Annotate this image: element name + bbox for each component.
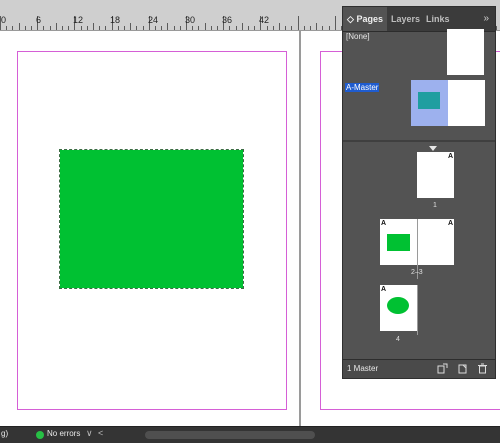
ruler-tick	[266, 26, 268, 30]
ruler-tick	[254, 26, 256, 30]
page-1-thumbnail[interactable]: A	[417, 152, 454, 198]
new-page-size-icon[interactable]	[437, 363, 448, 374]
ruler-tick	[303, 26, 305, 30]
ruler-tick	[248, 26, 249, 30]
ruler-tick	[316, 23, 318, 30]
delete-icon[interactable]	[477, 363, 488, 374]
tab-links[interactable]: Links	[426, 7, 450, 31]
tab-layers[interactable]: Layers	[391, 7, 420, 31]
ruler-label: 42	[259, 15, 270, 25]
tab-pages[interactable]: ◇ Pages	[343, 7, 387, 31]
page-4-number: 4	[396, 336, 400, 343]
ruler-tick	[24, 26, 26, 30]
ruler-tick	[55, 23, 57, 30]
ruler-label: 24	[148, 15, 159, 25]
panel-footer: 1 Master	[343, 359, 495, 378]
ruler-tick	[297, 16, 299, 30]
scroll-left-icon[interactable]: <	[98, 428, 103, 438]
master-none-label[interactable]: [None]	[346, 32, 370, 41]
spread-2-3-number: 2–3	[411, 269, 423, 276]
panel-divider[interactable]	[343, 140, 495, 142]
ruler-label: 30	[185, 15, 196, 25]
ruler-tick	[229, 26, 231, 30]
ruler-label: 18	[110, 15, 121, 25]
ruler-label: 6	[36, 15, 42, 25]
ruler-tick	[198, 26, 200, 30]
ruler-tick	[62, 26, 63, 30]
ruler-tick	[334, 16, 336, 30]
current-page-indicator-icon	[429, 146, 437, 151]
ruler-label: 36	[222, 15, 233, 25]
status-bar: g) No errors ∨ <	[0, 426, 500, 443]
ruler-tick	[279, 23, 280, 30]
ruler-tick	[12, 26, 14, 30]
ruler-tick	[204, 23, 206, 30]
spread-spine-line	[417, 285, 418, 335]
ruler-tick	[310, 26, 311, 30]
ruler-tick	[142, 26, 144, 30]
master-count: 1 Master	[347, 364, 379, 373]
ruler-tick	[179, 26, 181, 30]
chevron-down-icon[interactable]: ∨	[86, 428, 93, 439]
panel-menu-icon[interactable]: »	[483, 7, 489, 31]
page-2-thumbnail[interactable]: A	[380, 219, 417, 265]
green-rectangle-frame[interactable]	[59, 149, 244, 289]
ruler-label: 12	[73, 15, 84, 25]
ruler-tick	[328, 26, 330, 30]
page-1-master-letter: A	[447, 153, 453, 160]
ruler-tick	[93, 23, 94, 30]
ruler-tick	[18, 23, 20, 30]
ruler-tick	[161, 26, 163, 30]
page-2-master-letter: A	[381, 220, 387, 227]
ruler-tick	[49, 26, 51, 30]
ruler-tick	[99, 26, 101, 30]
page-3-thumbnail[interactable]: A	[417, 219, 454, 265]
ruler-tick	[192, 26, 194, 30]
green-rectangle-icon	[387, 234, 410, 251]
ruler-tick	[173, 26, 175, 30]
green-ellipse-icon	[387, 297, 409, 314]
ruler-tick	[155, 26, 156, 30]
ruler-tick	[210, 26, 212, 30]
page-4-thumbnail[interactable]: A	[380, 285, 417, 331]
ruler-label: 0	[1, 15, 7, 25]
new-page-icon[interactable]	[457, 363, 468, 374]
ruler-tick	[80, 26, 82, 30]
ruler-tick	[43, 26, 45, 30]
ruler-tick	[130, 23, 132, 30]
preflight-errors-label[interactable]: No errors	[47, 429, 80, 438]
master-none-thumbnail[interactable]	[447, 29, 484, 75]
ruler-tick	[241, 23, 243, 30]
ruler-tick	[496, 26, 497, 30]
master-a-label[interactable]: A-Master	[345, 83, 380, 92]
page-1-number: 1	[433, 202, 437, 209]
pages-panel[interactable]: ◇ Pages Layers Links » [None] A-Master A…	[342, 6, 496, 379]
status-left-text[interactable]: g)	[1, 429, 8, 438]
ruler-tick	[272, 26, 274, 30]
ruler-tick	[217, 26, 218, 30]
master-a-left-thumbnail[interactable]	[411, 80, 448, 126]
ruler-tick	[68, 26, 70, 30]
ruler-tick	[124, 26, 125, 30]
horizontal-scrollbar-thumb[interactable]	[145, 431, 315, 439]
ruler-tick	[285, 26, 287, 30]
ruler-tick	[105, 26, 107, 30]
ruler-tick	[6, 26, 8, 30]
ruler-tick	[235, 26, 237, 30]
teal-rectangle-icon	[418, 92, 440, 109]
page-3-master-letter: A	[447, 220, 453, 227]
ruler-tick	[167, 23, 169, 30]
page-4-master-letter: A	[381, 286, 387, 293]
ruler-tick	[31, 26, 32, 30]
ruler-tick	[86, 26, 88, 30]
ruler-tick	[117, 26, 119, 30]
ruler-tick	[322, 26, 324, 30]
ruler-tick	[136, 26, 138, 30]
preflight-status-icon	[36, 431, 44, 439]
master-a-right-thumbnail[interactable]	[448, 80, 485, 126]
ruler-tick	[291, 26, 293, 30]
